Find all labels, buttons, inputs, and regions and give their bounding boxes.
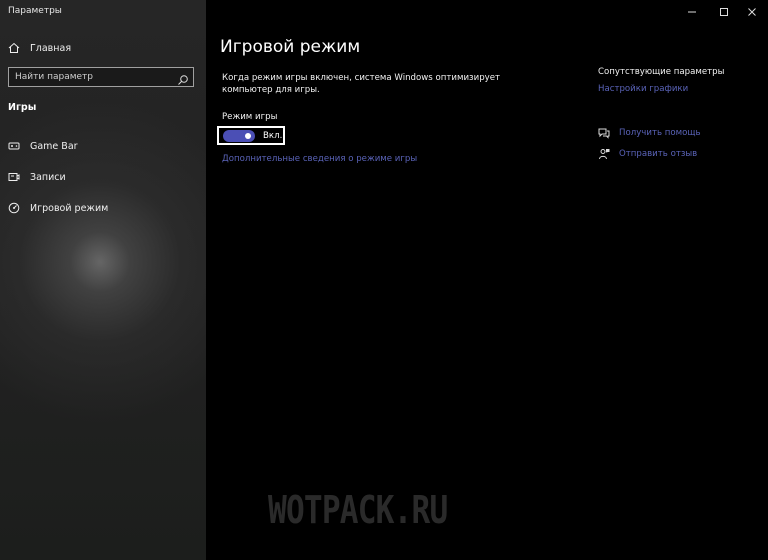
sidebar-item-home[interactable]: Главная [8,42,71,54]
sidebar-item-label: Главная [30,42,72,54]
minimize-button[interactable] [676,0,708,22]
sidebar-item-label: Game Bar [30,140,78,152]
feedback-icon [598,148,610,160]
game-mode-toggle[interactable]: Вкл. [217,126,285,145]
toggle-knob [245,132,251,139]
search-input[interactable] [15,69,175,85]
game-mode-toggle-label: Режим игры [222,112,278,122]
watermark: WOTPACK.RU [268,488,448,532]
game-mode-icon [8,202,20,214]
minimize-icon [687,2,697,21]
game-bar-icon [8,140,20,152]
description-text: Когда режим игры включен, система Window… [222,73,501,95]
maximize-icon [719,2,729,21]
toggle-switch[interactable] [223,129,255,142]
toggle-state-text: Вкл. [263,130,283,141]
help-chat-icon [598,127,610,139]
search-box[interactable] [8,67,194,87]
get-help-link[interactable]: Получить помощь [598,127,701,139]
send-feedback-link[interactable]: Отправить отзыв [598,148,697,160]
captures-icon [8,171,20,183]
sidebar-item-label: Записи [30,171,66,183]
get-help-label: Получить помощь [619,128,701,138]
sidebar-item-captures[interactable]: Записи [8,171,66,183]
sidebar-item-game-bar[interactable]: Game Bar [8,140,78,152]
page-title: Игровой режим [220,37,361,57]
sidebar-item-label: Игровой режим [30,202,109,214]
window-title: Параметры [8,6,62,16]
graphics-settings-link[interactable]: Настройки графики [598,84,688,94]
section-title: Игры [8,102,37,113]
home-icon [8,42,20,54]
send-feedback-label: Отправить отзыв [619,149,698,159]
close-icon [747,2,757,21]
more-info-link[interactable]: Дополнительные сведения о режиме игры [222,154,417,164]
search-icon[interactable] [177,71,189,85]
close-button[interactable] [736,0,768,22]
related-settings-title: Сопутствующие параметры [598,67,725,77]
sidebar: Параметры Главная Игры Game Bar Записи И… [0,0,206,560]
sidebar-item-game-mode[interactable]: Игровой режим [8,202,108,214]
